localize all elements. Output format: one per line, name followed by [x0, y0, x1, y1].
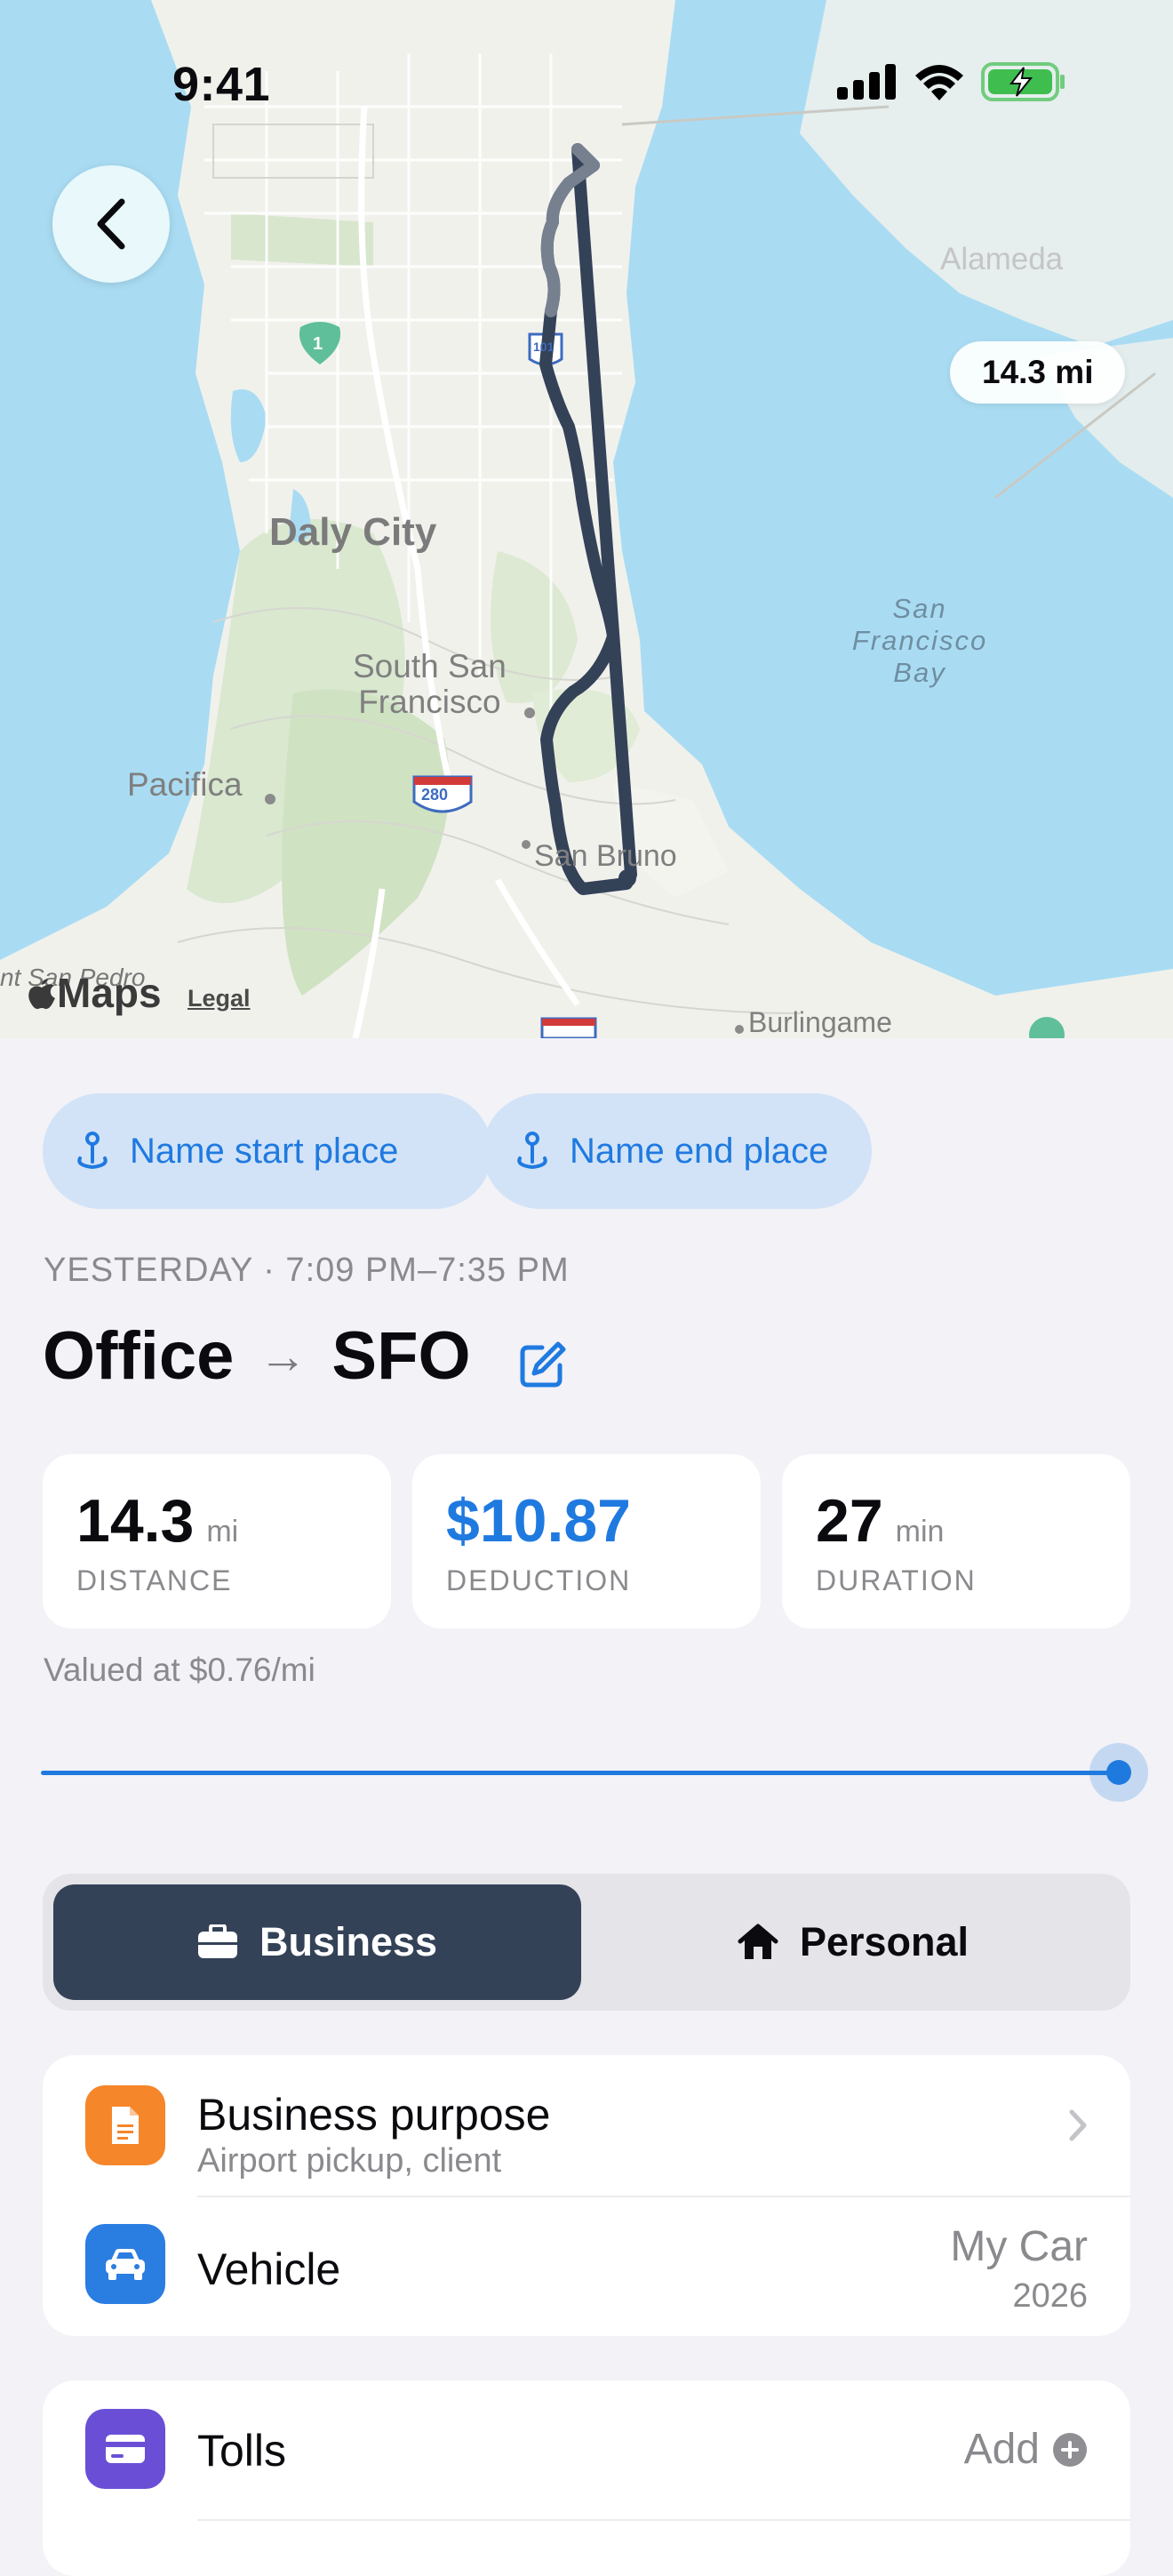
tolls-add-label: Add: [963, 2426, 1040, 2473]
personal-segment[interactable]: Personal: [586, 1884, 1120, 2000]
name-start-place-button[interactable]: Name start place: [43, 1093, 492, 1209]
plus-circle-icon[interactable]: [1052, 2432, 1088, 2468]
trip-slider-track[interactable]: [41, 1771, 1118, 1775]
document-icon: [112, 2107, 139, 2144]
distance-unit: mi: [206, 1515, 239, 1548]
name-start-place-label: Name start place: [130, 1131, 399, 1171]
apple-logo-icon: [28, 979, 55, 1010]
edit-trip-button[interactable]: [519, 1340, 567, 1393]
tolls-icon-tile: [85, 2409, 165, 2489]
legal-link[interactable]: Legal: [188, 985, 251, 1012]
car-icon: [106, 2249, 145, 2280]
name-end-place-label: Name end place: [570, 1131, 829, 1171]
business-purpose-title: Business purpose: [197, 2090, 551, 2140]
map-label-south-sf: South San Francisco: [353, 648, 507, 720]
purpose-icon-tile: [85, 2085, 165, 2165]
briefcase-icon: [197, 1924, 237, 1958]
chevron-left-icon: [97, 198, 125, 250]
battery-charging-icon: [981, 62, 1065, 101]
trip-classification-control: Business Personal: [43, 1874, 1130, 2011]
distance-stat-card: 14.3 mi DISTANCE: [43, 1454, 391, 1628]
duration-unit: min: [895, 1515, 945, 1548]
map-label-daly-city: Daly City: [269, 510, 437, 554]
map-label-burlingame: Burlingame: [748, 1006, 892, 1038]
name-end-place-button[interactable]: Name end place: [483, 1093, 872, 1209]
distance-value: 14.3: [76, 1487, 195, 1555]
deduction-value: $10.87: [446, 1487, 631, 1555]
personal-label: Personal: [799, 1919, 970, 1964]
trip-destination: SFO: [331, 1318, 471, 1394]
status-icons: [837, 62, 1066, 101]
expenses-card: Tolls Add: [43, 2380, 1130, 2576]
map-distance-pill: 14.3 mi: [950, 341, 1126, 404]
mileage-rate-note: Valued at $0.76/mi: [44, 1652, 315, 1688]
vehicle-title: Vehicle: [197, 2244, 341, 2294]
trip-route-title: Office → SFO: [43, 1317, 471, 1395]
business-segment[interactable]: Business: [53, 1884, 581, 2000]
vehicle-icon-tile: [85, 2224, 165, 2304]
trip-slider-thumb[interactable]: [1106, 1760, 1131, 1785]
hwy101-label: 101: [533, 340, 555, 354]
business-purpose-row[interactable]: Business purpose Airport pickup, client: [43, 2055, 1130, 2196]
wifi-icon: [915, 65, 963, 100]
map-pin-icon: [517, 1132, 547, 1170]
trip-origin: Office: [43, 1318, 235, 1394]
business-purpose-value: Airport pickup, client: [197, 2142, 502, 2180]
distance-label: DISTANCE: [76, 1564, 233, 1596]
map-label-sf-bay: San Francisco Bay: [851, 593, 988, 688]
house-icon: [738, 1924, 778, 1959]
duration-label: DURATION: [816, 1564, 977, 1596]
business-label: Business: [259, 1919, 438, 1964]
vehicle-row[interactable]: Vehicle My Car 2026: [43, 2197, 1130, 2336]
map-label-san-bruno: San Bruno: [534, 839, 677, 873]
arrow-right-icon: →: [259, 1329, 307, 1383]
maps-label: Maps: [57, 970, 162, 1016]
credit-card-icon: [106, 2435, 145, 2463]
map-label-pacifica: Pacifica: [127, 766, 243, 803]
trip-details-card: Business purpose Airport pickup, client …: [43, 2055, 1130, 2336]
status-time: 9:41: [172, 58, 271, 111]
deduction-label: DEDUCTION: [446, 1564, 632, 1596]
trip-route-map[interactable]: Alameda Daly City South San Francisco Sa…: [0, 0, 1173, 1038]
map-base: [0, 0, 1173, 1038]
tolls-title: Tolls: [197, 2426, 287, 2476]
row-divider: [197, 2519, 1130, 2521]
deduction-stat-card: $10.87 DEDUCTION: [412, 1454, 761, 1628]
back-button[interactable]: [52, 165, 170, 283]
chevron-right-icon: [1069, 2109, 1087, 2141]
hwy1-label: 1: [313, 334, 323, 354]
edit-icon: [520, 1341, 566, 1388]
cellular-signal-icon: [837, 64, 896, 100]
hwy-shield-bottom: [540, 1017, 597, 1038]
vehicle-year: 2026: [1012, 2277, 1088, 2315]
apple-maps-attribution[interactable]: Maps: [27, 969, 162, 1017]
hwy280-label: 280: [421, 786, 449, 804]
vehicle-name: My Car: [950, 2223, 1088, 2270]
duration-value: 27: [816, 1487, 883, 1555]
trip-date-time: YESTERDAY · 7:09 PM–7:35 PM: [44, 1252, 570, 1289]
map-pin-icon: [77, 1132, 108, 1170]
map-label-alameda: Alameda: [940, 242, 1064, 276]
duration-stat-card: 27 min DURATION: [782, 1454, 1130, 1628]
tolls-row[interactable]: Tolls Add: [43, 2380, 1130, 2519]
